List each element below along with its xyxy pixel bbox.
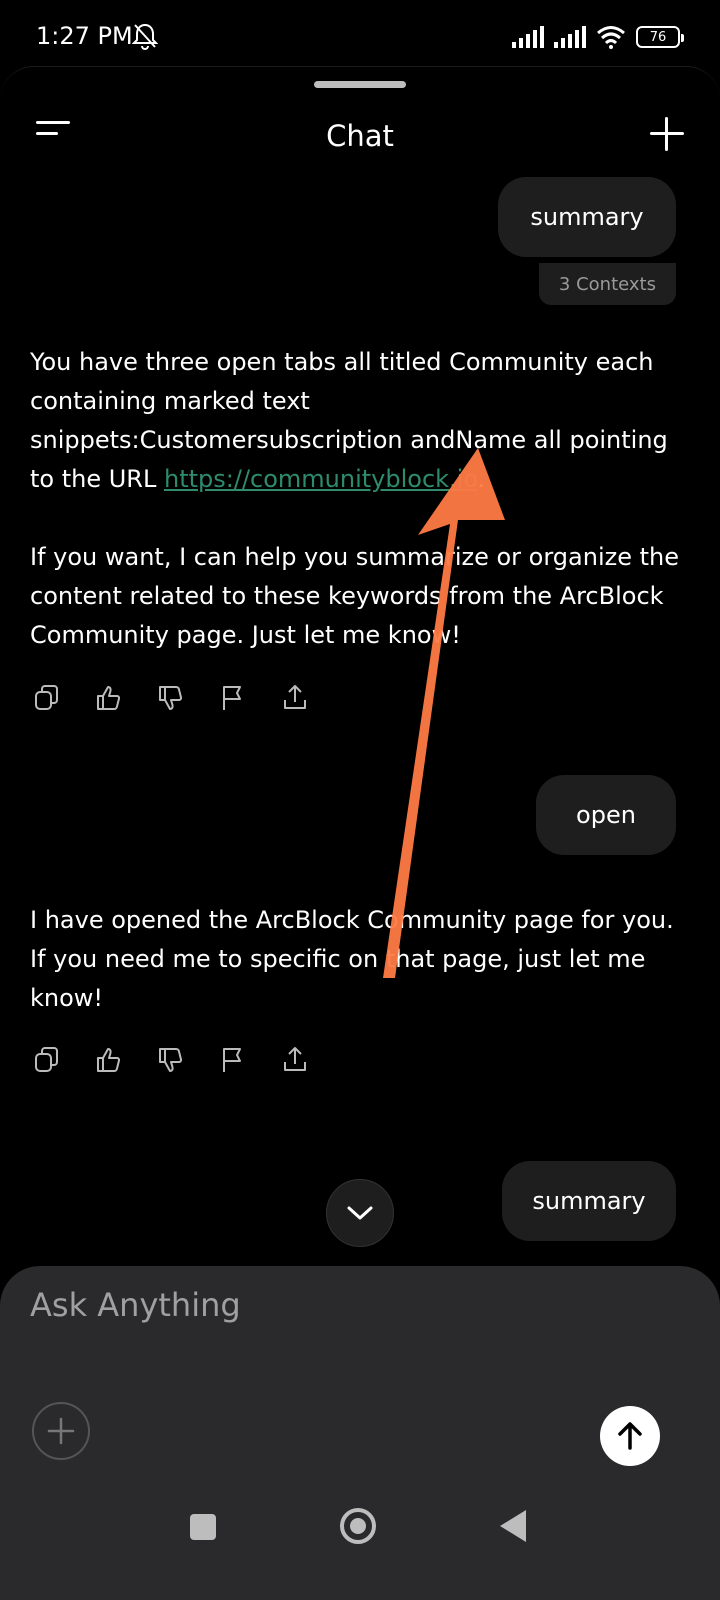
recents-button[interactable] — [190, 1514, 216, 1540]
flag-icon[interactable] — [218, 1045, 248, 1075]
contexts-label: 3 Contexts — [558, 273, 656, 295]
page-title: Chat — [326, 119, 394, 153]
bell-muted-icon — [132, 23, 158, 50]
user-message[interactable]: open — [536, 775, 676, 855]
send-button[interactable] — [600, 1406, 660, 1466]
status-bar: 1:27 PM 76 — [0, 0, 720, 70]
thumbs-down-icon[interactable] — [156, 1045, 186, 1075]
status-time: 1:27 PM — [36, 22, 133, 50]
contexts-badge[interactable]: 3 Contexts — [538, 263, 676, 305]
status-icons: 76 — [512, 24, 684, 50]
new-chat-button[interactable] — [650, 117, 684, 151]
assistant-message: You have three open tabs all titled Comm… — [30, 343, 690, 694]
user-message[interactable]: summary — [498, 177, 676, 257]
thumbs-down-icon[interactable] — [156, 683, 186, 713]
share-icon[interactable] — [280, 683, 310, 713]
user-message-text: summary — [530, 203, 644, 231]
sheet-grabber[interactable] — [314, 81, 406, 88]
battery-level: 76 — [649, 29, 667, 45]
assistant-paragraph: If you want, I can help you summarize or… — [30, 543, 679, 649]
plus-icon — [47, 1417, 75, 1445]
assistant-paragraph: You have three open tabs all titled Comm… — [30, 348, 668, 493]
chevron-down-icon — [347, 1206, 373, 1220]
user-message-text: open — [576, 801, 636, 829]
message-input[interactable] — [30, 1280, 630, 1330]
assistant-paragraph: I have opened the ArcBlock Community pag… — [30, 906, 674, 1012]
assistant-message: I have opened the ArcBlock Community pag… — [30, 901, 690, 1057]
battery-icon: 76 — [636, 26, 684, 48]
home-button[interactable] — [340, 1508, 376, 1544]
copy-icon[interactable] — [32, 683, 62, 713]
user-message[interactable]: summary — [502, 1161, 676, 1241]
user-message-text: summary — [532, 1187, 646, 1215]
thumbs-up-icon[interactable] — [94, 1045, 124, 1075]
signal-icon — [512, 26, 544, 48]
arrow-up-icon — [618, 1422, 642, 1450]
chat-header: Chat — [0, 109, 720, 165]
message-actions — [32, 683, 310, 713]
copy-icon[interactable] — [32, 1045, 62, 1075]
attach-button[interactable] — [32, 1402, 90, 1460]
share-icon[interactable] — [280, 1045, 310, 1075]
scroll-down-button[interactable] — [326, 1179, 394, 1247]
message-actions — [32, 1045, 310, 1075]
flag-icon[interactable] — [218, 683, 248, 713]
signal-icon-2 — [554, 26, 586, 48]
thumbs-up-icon[interactable] — [94, 683, 124, 713]
system-nav-bar — [0, 1480, 720, 1600]
community-link[interactable]: https://communityblock.io — [164, 465, 478, 493]
wifi-icon — [597, 26, 625, 49]
back-button[interactable] — [500, 1510, 526, 1542]
